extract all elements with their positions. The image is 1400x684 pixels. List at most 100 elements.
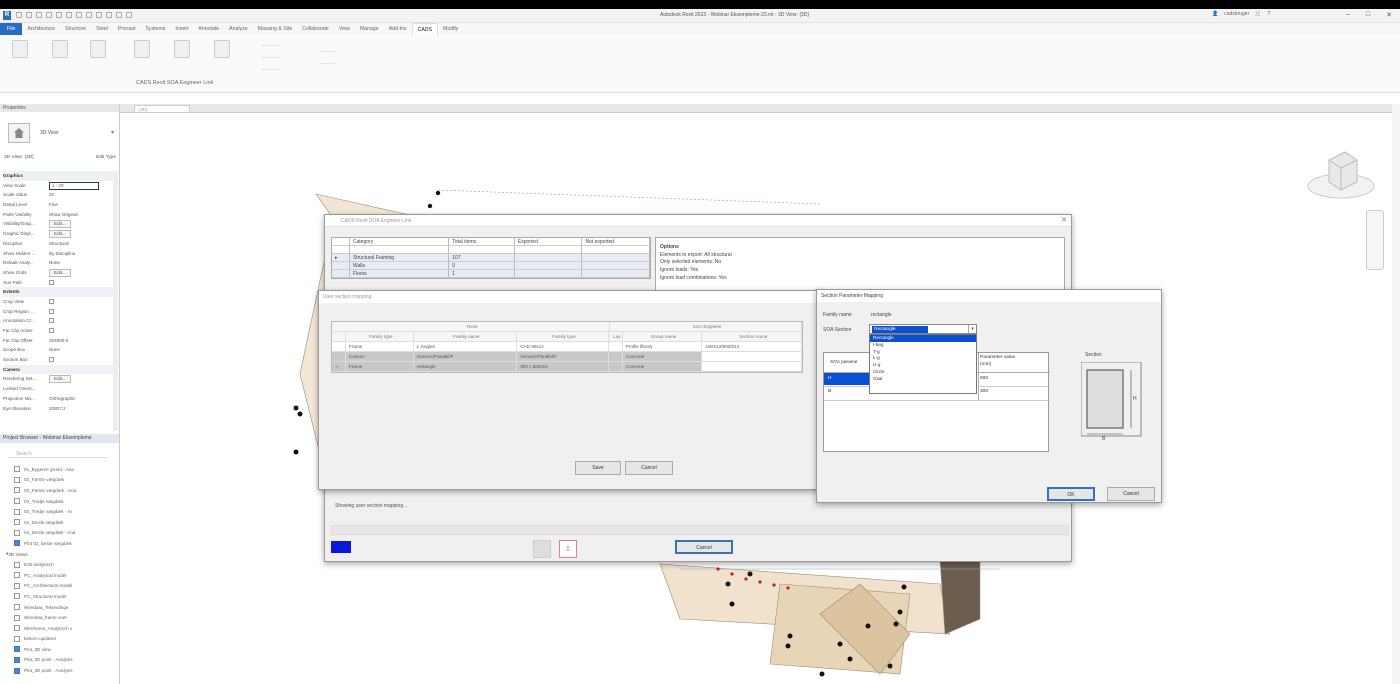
tab-view[interactable]: View: [334, 23, 355, 35]
grid-cell[interactable]: [702, 362, 802, 372]
save-button[interactable]: Save: [575, 461, 621, 475]
param-value-b[interactable]: 300: [980, 389, 988, 394]
dropdown-option[interactable]: Rectangle: [870, 335, 976, 342]
lay-checkbox[interactable]: [608, 342, 623, 352]
property-checkbox[interactable]: [49, 318, 54, 324]
tab-collaborate[interactable]: Collaborate: [297, 23, 334, 35]
user-icon[interactable]: 👤: [1212, 11, 1218, 17]
property-edit-button[interactable]: Edit...: [49, 268, 71, 277]
tab-steel[interactable]: Steel: [91, 23, 113, 35]
small-tool-2[interactable]: ▪ ─────: [262, 55, 281, 60]
tab-structure[interactable]: Structure: [60, 23, 91, 35]
tree-item[interactable]: PC_Architectural model: [14, 581, 118, 592]
dropdown-option[interactable]: L-g: [870, 355, 976, 362]
soa-section-dropdown[interactable]: Rectangle ▾: [869, 324, 977, 334]
tree-item[interactable]: Plot_3D view: [14, 644, 118, 655]
tab-file[interactable]: File: [0, 23, 23, 35]
property-section[interactable]: Graphics: [3, 171, 113, 181]
tab-massing-site[interactable]: Massing & Site: [253, 23, 298, 35]
3d-view-icon[interactable]: [96, 12, 102, 18]
tree-item[interactable]: 03_Tredje vægdæk - Ar: [14, 506, 118, 517]
property-checkbox[interactable]: [49, 328, 54, 333]
tree-item[interactable]: 04_Derde vægdæk: [14, 517, 118, 528]
mapping-row[interactable]: ✓ Frame rectangle 300 x 500mm Concrete: [332, 362, 802, 372]
help-icon[interactable]: ?: [1267, 11, 1270, 17]
user-name[interactable]: cadsbruger: [1224, 11, 1249, 17]
sync-icon[interactable]: [36, 12, 42, 18]
tree-item[interactable]: bekom updated: [14, 634, 118, 645]
mapping-row[interactable]: Frame L-Angles CAD 80x12 Profile library L80…: [332, 342, 802, 352]
edit-type-button[interactable]: Edit Type: [96, 155, 116, 160]
close-icon[interactable]: ✕: [1386, 11, 1392, 19]
section-icon[interactable]: [106, 12, 112, 18]
print-icon[interactable]: [66, 12, 72, 18]
play-button[interactable]: [533, 540, 551, 558]
save-icon[interactable]: [26, 12, 32, 18]
small-tool-5[interactable]: ▪ ────: [320, 61, 336, 66]
lay-checkbox[interactable]: [608, 362, 623, 372]
tree-item[interactable]: Plot_3D point - Analysis: [14, 665, 118, 676]
properties-scrollbar[interactable]: [113, 171, 118, 431]
measure-icon[interactable]: [76, 12, 82, 18]
dropdown-option[interactable]: T-g: [870, 349, 976, 356]
category-grid[interactable]: Category Total items Exported Not exported ▸…: [331, 237, 651, 279]
tool-button-1[interactable]: [6, 40, 34, 60]
tab-annotate[interactable]: Annotate: [193, 23, 224, 35]
mapping-cancel-button[interactable]: Cancel: [625, 461, 673, 475]
lay-checkbox[interactable]: [608, 352, 623, 362]
view-instance-selector[interactable]: 3D View: {3D} Edit Type: [4, 155, 116, 160]
tool-button-2[interactable]: [46, 40, 74, 60]
revit-logo-icon[interactable]: R: [3, 11, 11, 20]
property-edit-button[interactable]: Edit...: [49, 230, 71, 239]
tab-analyze[interactable]: Analyze: [224, 23, 252, 35]
open-icon[interactable]: [16, 12, 22, 18]
tab-architecture[interactable]: Architecture: [22, 23, 60, 35]
text-icon[interactable]: [86, 12, 92, 18]
tab-cads[interactable]: CADS: [411, 23, 438, 35]
browser-search-input[interactable]: Search: [8, 450, 108, 458]
tool-button-5[interactable]: [168, 40, 196, 60]
mapping-grid[interactable]: Revit SOA Engineer Family type Family name F…: [331, 321, 803, 373]
tool-button-4[interactable]: [128, 40, 156, 60]
minimize-icon[interactable]: –: [1346, 11, 1350, 19]
tree-item[interactable]: PC_Analytical model: [14, 570, 118, 581]
grid-row[interactable]: [332, 246, 651, 254]
view-tab-3d[interactable]: {3D}: [134, 105, 190, 113]
chevron-down-icon[interactable]: ▾: [111, 129, 114, 136]
tree-item[interactable]: 01_Bygerne grund - Ana: [14, 464, 118, 475]
small-tool-3[interactable]: ▪ ─────: [262, 67, 281, 72]
type-selector[interactable]: 3D View ▾: [4, 120, 116, 146]
grid-row[interactable]: ▸ Structural Framing 107: [332, 254, 651, 262]
section-cancel-button[interactable]: Cancel: [1107, 487, 1155, 501]
property-edit-button[interactable]: Edit...: [49, 375, 71, 384]
param-row-selected[interactable]: [824, 373, 874, 385]
property-checkbox[interactable]: [49, 308, 54, 314]
redo-icon[interactable]: [56, 12, 62, 18]
soa-section-dropdown-list[interactable]: Rectangle I-beg T-g L-g U-g Circle Oval: [869, 334, 977, 394]
dropdown-option[interactable]: U-g: [870, 362, 976, 369]
property-checkbox[interactable]: [49, 279, 54, 285]
grid-cell[interactable]: L80X12/8000/12: [702, 342, 802, 352]
tree-group[interactable]: ▾ 3D Views: [6, 549, 118, 560]
header-cell[interactable]: Lay: [608, 332, 623, 342]
maximize-icon[interactable]: □: [1366, 11, 1370, 19]
tab-precast[interactable]: Precast: [113, 23, 141, 35]
thin-lines-icon[interactable]: [116, 12, 122, 18]
close-hidden-icon[interactable]: [126, 12, 132, 18]
chevron-down-icon[interactable]: ▾: [968, 325, 976, 333]
mapping-row[interactable]: Column Generic/Parallel/F Generic/Parallel…: [332, 352, 802, 362]
grid-row[interactable]: Floors 1: [332, 270, 651, 278]
tree-item[interactable]: Wiredata_frame voet: [14, 612, 118, 623]
tree-item[interactable]: Wireframe_Analytisch v: [14, 623, 118, 634]
ok-button[interactable]: OK: [1047, 487, 1095, 501]
dropdown-option[interactable]: I-beg: [870, 342, 976, 349]
property-checkbox[interactable]: [49, 298, 54, 304]
viewcube-icon[interactable]: [1305, 148, 1375, 206]
header-cell[interactable]: [332, 332, 346, 342]
property-section[interactable]: Extents: [3, 287, 113, 297]
tab-manage[interactable]: Manage: [355, 23, 384, 35]
grid-row[interactable]: Walls 0: [332, 262, 651, 270]
property-input[interactable]: 1 : 20: [49, 181, 99, 190]
tree-item[interactable]: Wiredata_Tekendinge: [14, 602, 118, 613]
tree-item[interactable]: 03_Tredje vægdæk: [14, 496, 118, 507]
